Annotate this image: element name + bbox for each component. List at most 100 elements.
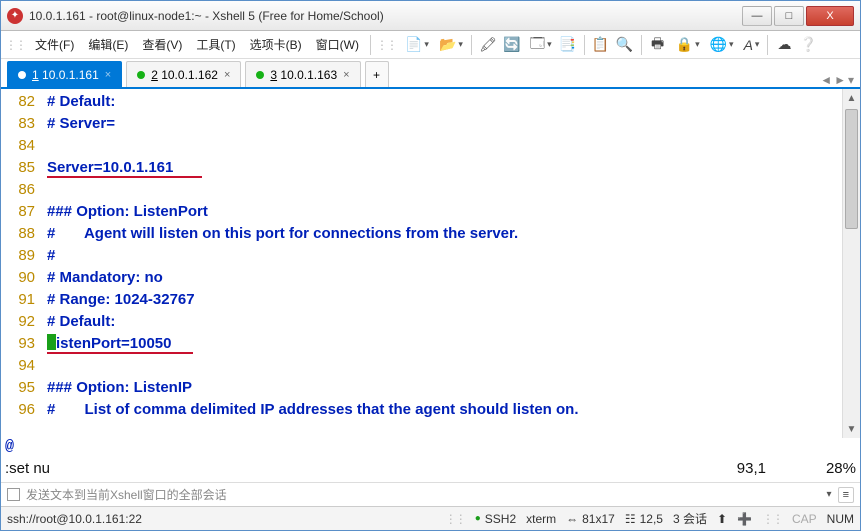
tab-1[interactable]: 1 10.0.1.161 × — [7, 61, 122, 87]
cursor-icon — [47, 334, 56, 350]
tab-prev-icon[interactable]: ◄ — [820, 73, 832, 87]
maximize-button[interactable]: □ — [774, 6, 804, 26]
tab-close-icon[interactable]: × — [105, 69, 111, 81]
code-line: # List of comma delimited IP addresses t… — [47, 399, 838, 421]
vim-command-row: :set nu 93,1 28% — [1, 460, 860, 482]
menu-options[interactable]: 选项卡(B) — [244, 33, 308, 56]
separator — [471, 35, 472, 55]
tab-close-icon[interactable]: × — [224, 69, 230, 81]
menu-view[interactable]: 查看(V) — [136, 33, 188, 56]
code-line: # Range: 1024-32767 — [47, 289, 838, 311]
tab-bar: 1 10.0.1.161 × 2 10.0.1.162 × 3 10.0.1.1… — [1, 59, 860, 89]
tab-next-icon[interactable]: ► — [834, 73, 846, 87]
enc-icon: ☷ — [625, 512, 636, 526]
separator — [767, 35, 768, 55]
tab-3[interactable]: 3 10.0.1.163 × — [245, 61, 360, 87]
reconnect-icon[interactable]: 🔄 — [501, 34, 523, 56]
tab-2[interactable]: 2 10.0.1.162 × — [126, 61, 241, 87]
line-number-gutter: 828384858687888990919293949596 — [1, 89, 43, 438]
size-icon: ⇔ — [566, 512, 578, 526]
status-dot-icon — [256, 71, 264, 79]
window-controls: — □ X — [740, 6, 854, 26]
status-btn-add[interactable]: ➕ — [737, 512, 752, 526]
menu-file[interactable]: 文件(F) — [29, 33, 80, 56]
code-line: # Default: — [47, 311, 838, 333]
new-session-button[interactable]: 📄 — [400, 34, 432, 56]
title-bar: ✦ 10.0.1.161 - root@linux-node1:~ - Xshe… — [1, 1, 860, 31]
tab-label: 1 10.0.1.161 — [32, 68, 99, 82]
highlight-icon[interactable]: 🖍 — [477, 34, 499, 56]
status-caps: CAP — [792, 512, 817, 526]
tab-close-icon[interactable]: × — [343, 69, 349, 81]
vim-command: :set nu — [5, 460, 50, 482]
menu-bar: ⋮⋮ 文件(F) 编辑(E) 查看(V) 工具(T) 选项卡(B) 窗口(W) … — [1, 31, 860, 59]
minimize-button[interactable]: — — [742, 6, 772, 26]
open-button[interactable]: 📂 — [434, 34, 466, 56]
code-line: Server=10.0.1.161 — [47, 157, 838, 179]
status-proto: ●SSH2 — [475, 512, 516, 526]
tab-label: 3 10.0.1.163 — [270, 68, 337, 82]
code-line: ### Option: ListenIP — [47, 377, 838, 399]
status-connection: ssh://root@10.0.1.161:22 — [7, 512, 142, 526]
status-sessions: 3 会话 — [673, 510, 707, 527]
grip-icon: ⋮⋮ — [5, 38, 25, 52]
red-underline — [47, 352, 193, 354]
separator — [641, 35, 642, 55]
code-line: # Default: — [47, 91, 838, 113]
grip-icon: ⋮⋮ — [376, 38, 396, 52]
font-icon[interactable]: A — [739, 34, 763, 56]
terminal-editor[interactable]: 828384858687888990919293949596 # Default… — [1, 87, 860, 438]
grip-icon: ⋮⋮ — [445, 512, 465, 526]
ssh-icon: ● — [475, 513, 481, 524]
separator — [584, 35, 585, 55]
help-icon[interactable]: ❔ — [797, 34, 819, 56]
globe-icon[interactable]: 🌐 — [705, 34, 737, 56]
status-encoding: ☷12,5 — [625, 512, 663, 526]
broadcast-dropdown-icon[interactable]: ▾ — [827, 489, 832, 500]
app-icon: ✦ — [7, 8, 23, 24]
menu-window[interactable]: 窗口(W) — [310, 33, 365, 56]
code-line: # — [47, 245, 838, 267]
red-underline — [47, 176, 202, 178]
status-dot-icon — [137, 71, 145, 79]
vim-percent: 28% — [766, 460, 856, 482]
copy-icon[interactable]: 📋 — [590, 34, 612, 56]
broadcast-checkbox[interactable] — [7, 488, 20, 501]
code-area[interactable]: # Default: # Server= Server=10.0.1.161 #… — [43, 89, 842, 438]
vim-position: 93,1 — [737, 460, 766, 482]
code-line: # Agent will listen on this port for con… — [47, 223, 838, 245]
tab-label: 2 10.0.1.162 — [151, 68, 218, 82]
tab-list-icon[interactable]: ▾ — [848, 73, 854, 87]
tab-add-button[interactable]: + — [365, 61, 389, 87]
separator — [370, 35, 371, 55]
code-line: ### Option: ListenPort — [47, 201, 838, 223]
code-line: istenPort=10050 — [47, 333, 838, 355]
print-icon[interactable]: 🖶 — [647, 34, 669, 56]
scroll-down-icon[interactable]: ▼ — [843, 420, 860, 438]
broadcast-menu-icon[interactable]: ≡ — [838, 487, 854, 503]
scroll-up-icon[interactable]: ▲ — [843, 89, 860, 107]
scrollbar[interactable]: ▲ ▼ — [842, 89, 860, 438]
cloud-icon[interactable]: ☁ — [773, 34, 795, 56]
menu-edit[interactable]: 编辑(E) — [82, 33, 134, 56]
status-size: ⇔81x17 — [566, 512, 615, 526]
view-mode-icon[interactable]: 🗔 — [525, 34, 555, 56]
status-dot-icon — [18, 71, 26, 79]
status-btn-up[interactable]: ⬆ — [717, 512, 727, 526]
code-line — [47, 355, 838, 377]
lock-icon[interactable]: 🔒 — [671, 34, 703, 56]
close-button[interactable]: X — [806, 6, 854, 26]
window-title: 10.0.1.161 - root@linux-node1:~ - Xshell… — [29, 9, 740, 23]
tab-nav: ◄ ► ▾ — [820, 73, 854, 87]
find-icon[interactable]: 🔍 — [614, 34, 636, 56]
code-line — [47, 179, 838, 201]
vim-filler: @ — [1, 438, 860, 460]
status-term: xterm — [526, 512, 556, 526]
broadcast-label: 发送文本到当前Xshell窗口的全部会话 — [26, 486, 227, 503]
menu-tools[interactable]: 工具(T) — [190, 33, 241, 56]
broadcast-row: 发送文本到当前Xshell窗口的全部会话 ▾ ≡ — [1, 482, 860, 506]
status-num: NUM — [827, 512, 854, 526]
code-line: # Server= — [47, 113, 838, 135]
scroll-thumb[interactable] — [845, 109, 858, 229]
properties-icon[interactable]: 📑 — [557, 34, 579, 56]
